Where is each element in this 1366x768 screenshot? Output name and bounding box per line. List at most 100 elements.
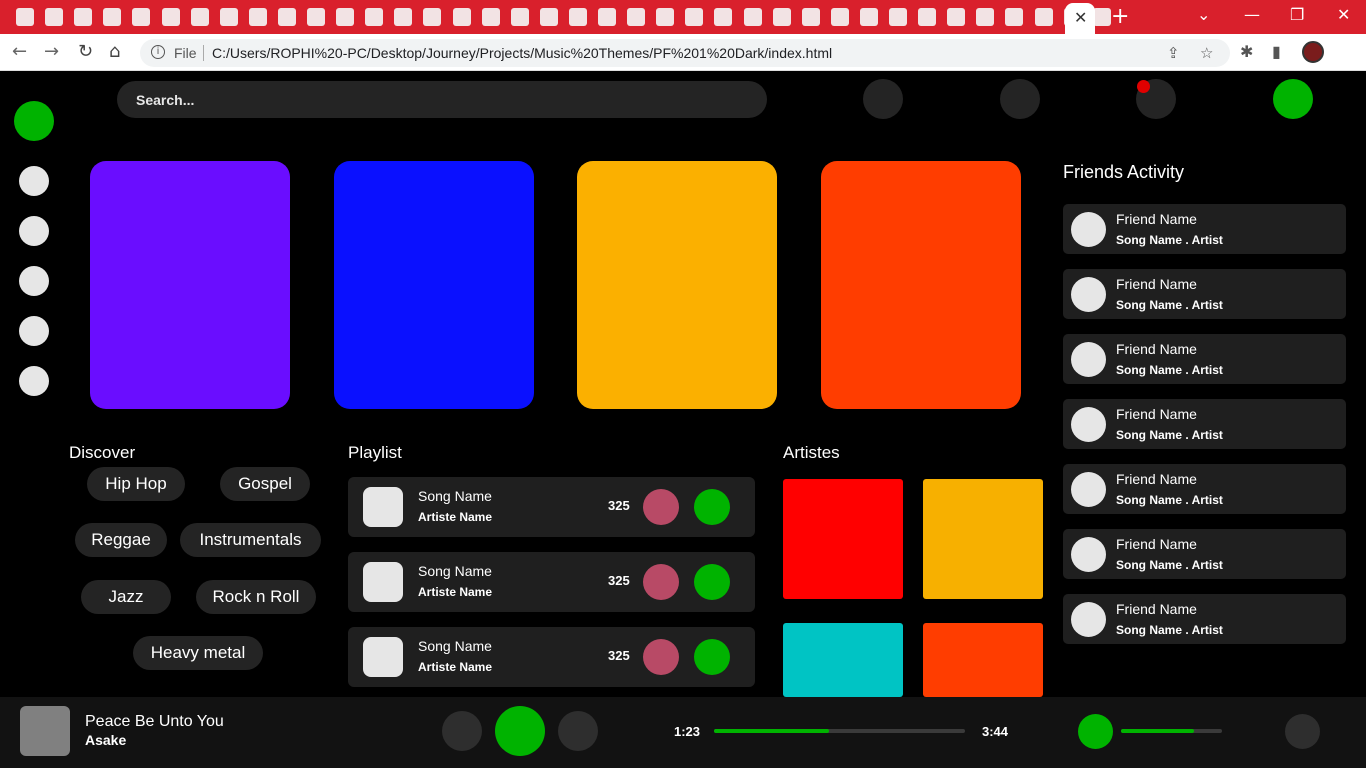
friend-activity-row[interactable]: Friend Name Song Name . Artist: [1063, 399, 1346, 449]
nav-playlists-icon[interactable]: [19, 316, 49, 346]
artist-tile[interactable]: [923, 479, 1043, 599]
browser-tab-favicon[interactable]: [714, 8, 733, 26]
volume-slider[interactable]: [1121, 729, 1222, 733]
friend-activity-row[interactable]: Friend Name Song Name . Artist: [1063, 334, 1346, 384]
browser-tab-favicon[interactable]: [859, 8, 878, 26]
browser-tab-favicon[interactable]: [1092, 8, 1111, 26]
minimize-button[interactable]: —: [1244, 5, 1260, 24]
back-button[interactable]: ←: [12, 41, 27, 62]
browser-tab-favicon[interactable]: [976, 8, 995, 26]
browser-tab-favicon[interactable]: [161, 8, 180, 26]
genre-chip[interactable]: Jazz: [81, 580, 171, 614]
url-text[interactable]: C:/Users/ROPHI%20-PC/Desktop/Journey/Pro…: [212, 45, 832, 61]
tab-close-icon[interactable]: ✕: [1074, 8, 1087, 27]
artist-tile[interactable]: [783, 479, 903, 599]
volume-icon[interactable]: [1078, 714, 1113, 749]
browser-tab-favicon[interactable]: [132, 8, 151, 26]
reload-button[interactable]: ↻: [78, 41, 93, 62]
home-button[interactable]: ⌂: [109, 41, 120, 62]
browser-tab-favicon[interactable]: [45, 8, 64, 26]
browser-tab-favicon[interactable]: [452, 8, 471, 26]
browser-tab-favicon[interactable]: [772, 8, 791, 26]
like-button[interactable]: [643, 564, 679, 600]
progress-bar[interactable]: [714, 729, 965, 733]
top-action-icon[interactable]: [1000, 79, 1040, 119]
browser-tab-favicon[interactable]: [103, 8, 122, 26]
featured-card[interactable]: [334, 161, 534, 409]
share-icon[interactable]: ⇪: [1167, 44, 1180, 62]
browser-tab-favicon[interactable]: [481, 8, 500, 26]
browser-tab-favicon[interactable]: [365, 8, 384, 26]
like-button[interactable]: [643, 639, 679, 675]
nav-library-icon[interactable]: [19, 266, 49, 296]
friend-activity-row[interactable]: Friend Name Song Name . Artist: [1063, 204, 1346, 254]
search-input[interactable]: [117, 81, 767, 118]
like-button[interactable]: [643, 489, 679, 525]
genre-chip[interactable]: Hip Hop: [87, 467, 185, 501]
browser-tab-favicon[interactable]: [74, 8, 93, 26]
user-avatar[interactable]: [1273, 79, 1313, 119]
nav-home-icon[interactable]: [19, 166, 49, 196]
new-tab-button[interactable]: +: [1111, 4, 1129, 29]
genre-chip[interactable]: Reggae: [75, 523, 167, 557]
genre-chip[interactable]: Gospel: [220, 467, 310, 501]
friend-activity-row[interactable]: Friend Name Song Name . Artist: [1063, 529, 1346, 579]
info-icon[interactable]: i: [151, 45, 165, 59]
browser-tab-favicon[interactable]: [918, 8, 937, 26]
genre-chip[interactable]: Heavy metal: [133, 636, 263, 670]
nav-browse-icon[interactable]: [19, 216, 49, 246]
browser-tab-favicon[interactable]: [1034, 8, 1053, 26]
browser-tab-favicon[interactable]: [568, 8, 587, 26]
bookmark-star-icon[interactable]: ☆: [1200, 44, 1213, 62]
browser-tab-favicon[interactable]: [423, 8, 442, 26]
queue-icon[interactable]: [1285, 714, 1320, 749]
browser-tab-favicon[interactable]: [277, 8, 296, 26]
browser-tab-favicon[interactable]: [539, 8, 558, 26]
artist-tile[interactable]: [783, 623, 903, 697]
artist-tile[interactable]: [923, 623, 1043, 697]
browser-tab-favicon[interactable]: [219, 8, 238, 26]
browser-tab-favicon[interactable]: [190, 8, 209, 26]
play-pause-button[interactable]: [495, 706, 545, 756]
previous-button[interactable]: [442, 711, 482, 751]
browser-tab-favicon[interactable]: [743, 8, 762, 26]
restore-button[interactable]: ❐: [1290, 5, 1304, 24]
browser-tab-favicon[interactable]: [685, 8, 704, 26]
top-action-icon[interactable]: [863, 79, 903, 119]
browser-tab-favicon[interactable]: [16, 8, 34, 26]
profile-avatar[interactable]: [1302, 41, 1324, 63]
play-button[interactable]: [694, 564, 730, 600]
browser-tab-favicon[interactable]: [656, 8, 675, 26]
playlist-row[interactable]: Song Name Artiste Name 325: [348, 552, 755, 612]
play-button[interactable]: [694, 639, 730, 675]
side-panel-icon[interactable]: ▮: [1272, 42, 1281, 61]
next-button[interactable]: [558, 711, 598, 751]
omnibox[interactable]: i File C:/Users/ROPHI%20-PC/Desktop/Jour…: [140, 39, 1230, 67]
browser-tab-favicon[interactable]: [394, 8, 413, 26]
nav-settings-icon[interactable]: [19, 366, 49, 396]
close-window-button[interactable]: ✕: [1337, 5, 1350, 24]
logo-icon[interactable]: [14, 101, 54, 141]
genre-chip[interactable]: Rock n Roll: [196, 580, 316, 614]
browser-tab-favicon[interactable]: [627, 8, 646, 26]
browser-tab-favicon[interactable]: [336, 8, 355, 26]
browser-tab-favicon[interactable]: [947, 8, 966, 26]
friend-activity-row[interactable]: Friend Name Song Name . Artist: [1063, 269, 1346, 319]
genre-chip[interactable]: Instrumentals: [180, 523, 321, 557]
featured-card[interactable]: [90, 161, 290, 409]
playlist-row[interactable]: Song Name Artiste Name 325: [348, 627, 755, 687]
extensions-icon[interactable]: ✱: [1240, 42, 1253, 61]
browser-tab-favicon[interactable]: [248, 8, 267, 26]
forward-button[interactable]: →: [44, 41, 59, 62]
playlist-row[interactable]: Song Name Artiste Name 325: [348, 477, 755, 537]
browser-tab-favicon[interactable]: [889, 8, 907, 26]
friend-activity-row[interactable]: Friend Name Song Name . Artist: [1063, 594, 1346, 644]
tab-search-icon[interactable]: ⌄: [1197, 5, 1210, 24]
browser-tab-favicon[interactable]: [801, 8, 820, 26]
play-button[interactable]: [694, 489, 730, 525]
browser-tab-favicon[interactable]: [830, 8, 849, 26]
browser-tab-favicon[interactable]: [510, 8, 529, 26]
browser-tab-favicon[interactable]: [1005, 8, 1024, 26]
featured-card[interactable]: [821, 161, 1021, 409]
featured-card[interactable]: [577, 161, 777, 409]
